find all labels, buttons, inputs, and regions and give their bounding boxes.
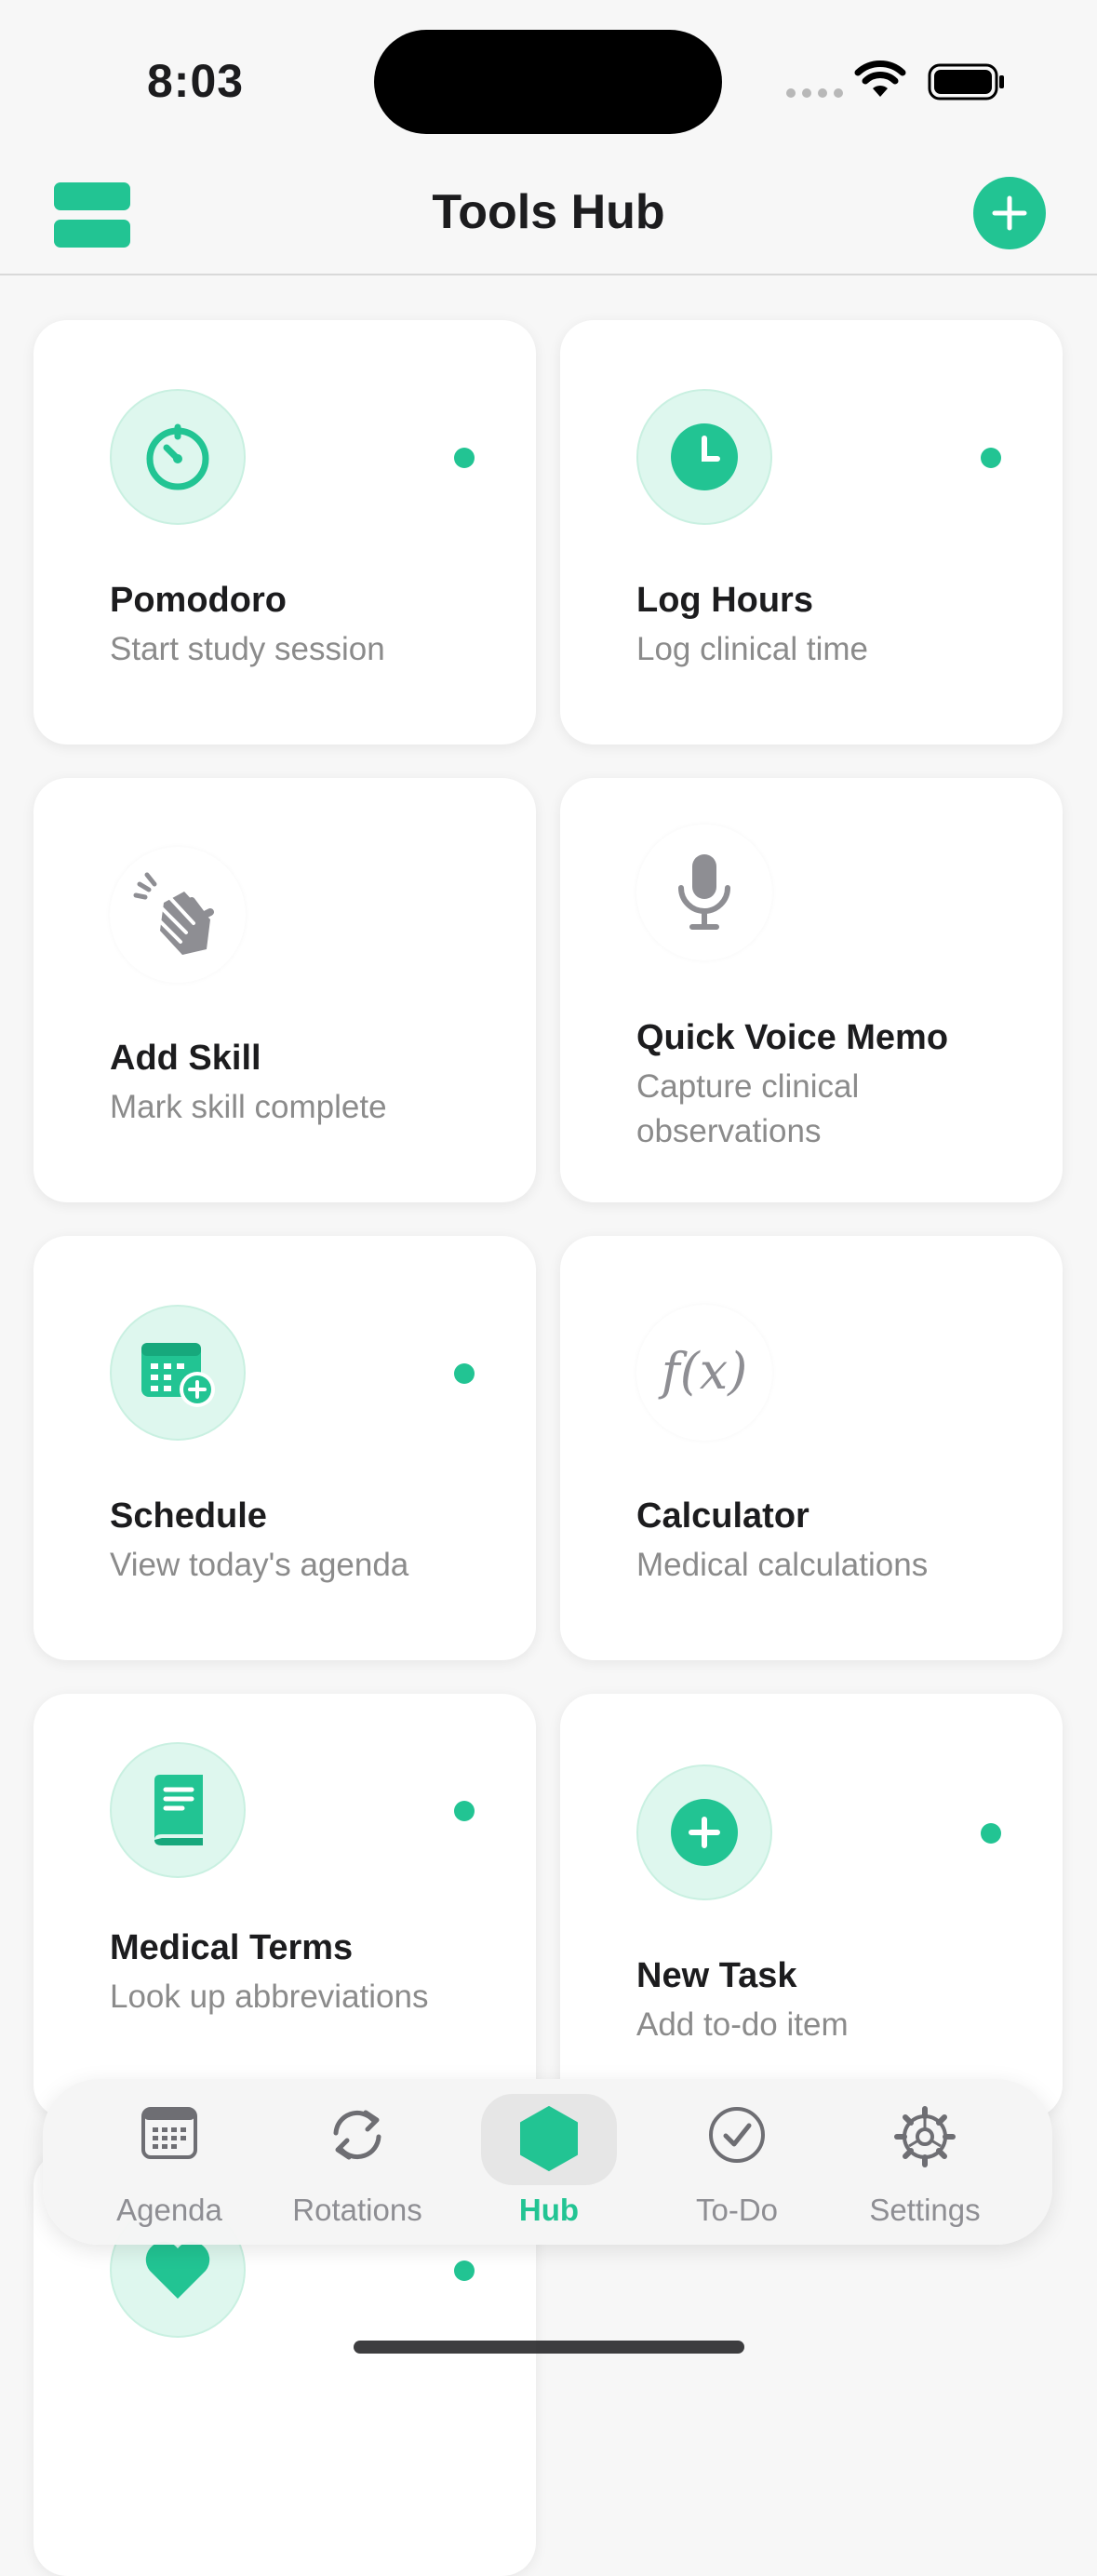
status-bar: 8:03 xyxy=(0,0,1097,158)
tool-subtitle: Add to-do item xyxy=(636,2006,849,2043)
tool-card-new-task[interactable]: New Task Add to-do item xyxy=(560,1694,1063,2118)
tool-card-medical-terms[interactable]: Medical Terms Look up abbreviations xyxy=(33,1694,536,2118)
timer-icon xyxy=(110,389,246,525)
calendar-icon xyxy=(140,2105,199,2166)
tab-bar: Agenda Rotations Hub To-Do Settings xyxy=(43,2079,1052,2245)
tab-label: Hub xyxy=(518,2193,580,2227)
tab-label: Agenda xyxy=(116,2193,222,2227)
page-title: Tools Hub xyxy=(432,185,665,239)
microphone-icon xyxy=(636,825,772,960)
plus-icon xyxy=(992,195,1027,231)
active-indicator-dot xyxy=(981,448,1001,468)
tab-rotations[interactable]: Rotations xyxy=(264,2079,450,2245)
tab-agenda[interactable]: Agenda xyxy=(76,2079,262,2245)
active-indicator-dot xyxy=(981,1823,1001,1844)
home-indicator xyxy=(354,2341,744,2354)
tool-subtitle: Capture clinical observations xyxy=(636,1068,860,1149)
active-indicator-dot xyxy=(454,2261,475,2281)
add-tool-button[interactable] xyxy=(973,177,1046,249)
tool-card-quick-voice-memo[interactable]: Quick Voice Memo Capture clinical observ… xyxy=(560,778,1063,1202)
tool-subtitle: View today's agenda xyxy=(110,1547,409,1583)
function-icon: f(x) xyxy=(636,1305,772,1441)
active-indicator-dot xyxy=(454,1801,475,1821)
check-circle-icon xyxy=(707,2105,767,2169)
tool-subtitle: Start study session xyxy=(110,631,385,667)
tab-hub[interactable]: Hub xyxy=(456,2079,642,2245)
wifi-icon xyxy=(854,60,906,103)
clock-icon xyxy=(636,389,772,525)
tool-title: Medical Terms xyxy=(110,1928,354,1967)
tab-label: Settings xyxy=(869,2193,981,2227)
tool-subtitle: Medical calculations xyxy=(636,1547,929,1583)
book-icon xyxy=(110,1742,246,1878)
tool-title: Add Skill xyxy=(110,1039,261,1078)
plus-circle-icon xyxy=(636,1764,772,1900)
tool-subtitle: Mark skill complete xyxy=(110,1089,387,1125)
tab-to-do[interactable]: To-Do xyxy=(644,2079,830,2245)
battery-icon xyxy=(928,63,1006,105)
tool-card-pomodoro[interactable]: Pomodoro Start study session xyxy=(33,320,536,745)
tool-card-add-skill[interactable]: Add Skill Mark skill complete xyxy=(33,778,536,1202)
tool-title: Calculator xyxy=(636,1496,809,1536)
cellular-signal-icon xyxy=(786,88,843,98)
svg-text:f(x): f(x) xyxy=(658,1342,748,1401)
tool-title: Quick Voice Memo xyxy=(636,1018,949,1057)
tab-label: Rotations xyxy=(292,2193,422,2227)
nav-header: Tools Hub xyxy=(0,158,1097,275)
tool-card-log-hours[interactable]: Log Hours Log clinical time xyxy=(560,320,1063,745)
hexagon-icon xyxy=(518,2105,580,2177)
status-time: 8:03 xyxy=(147,55,245,107)
tool-title: Pomodoro xyxy=(110,581,287,620)
tool-card-calculator[interactable]: f(x) Calculator Medical calculations xyxy=(560,1236,1063,1660)
clapping-hands-icon xyxy=(110,847,246,983)
tool-subtitle: Look up abbreviations xyxy=(110,1979,429,2015)
tab-settings[interactable]: Settings xyxy=(832,2079,1018,2245)
calendar-add-icon xyxy=(110,1305,246,1441)
tool-title: Schedule xyxy=(110,1496,267,1536)
tool-subtitle: Log clinical time xyxy=(636,631,868,667)
gear-icon xyxy=(893,2105,957,2173)
tab-label: To-Do xyxy=(695,2193,779,2227)
tool-title: New Task xyxy=(636,1956,797,1995)
rotate-icon xyxy=(325,2105,390,2169)
tool-card-schedule[interactable]: Schedule View today's agenda xyxy=(33,1236,536,1660)
tool-title: Log Hours xyxy=(636,581,813,620)
active-indicator-dot xyxy=(454,1363,475,1384)
active-indicator-dot xyxy=(454,448,475,468)
dynamic-island xyxy=(374,30,722,134)
